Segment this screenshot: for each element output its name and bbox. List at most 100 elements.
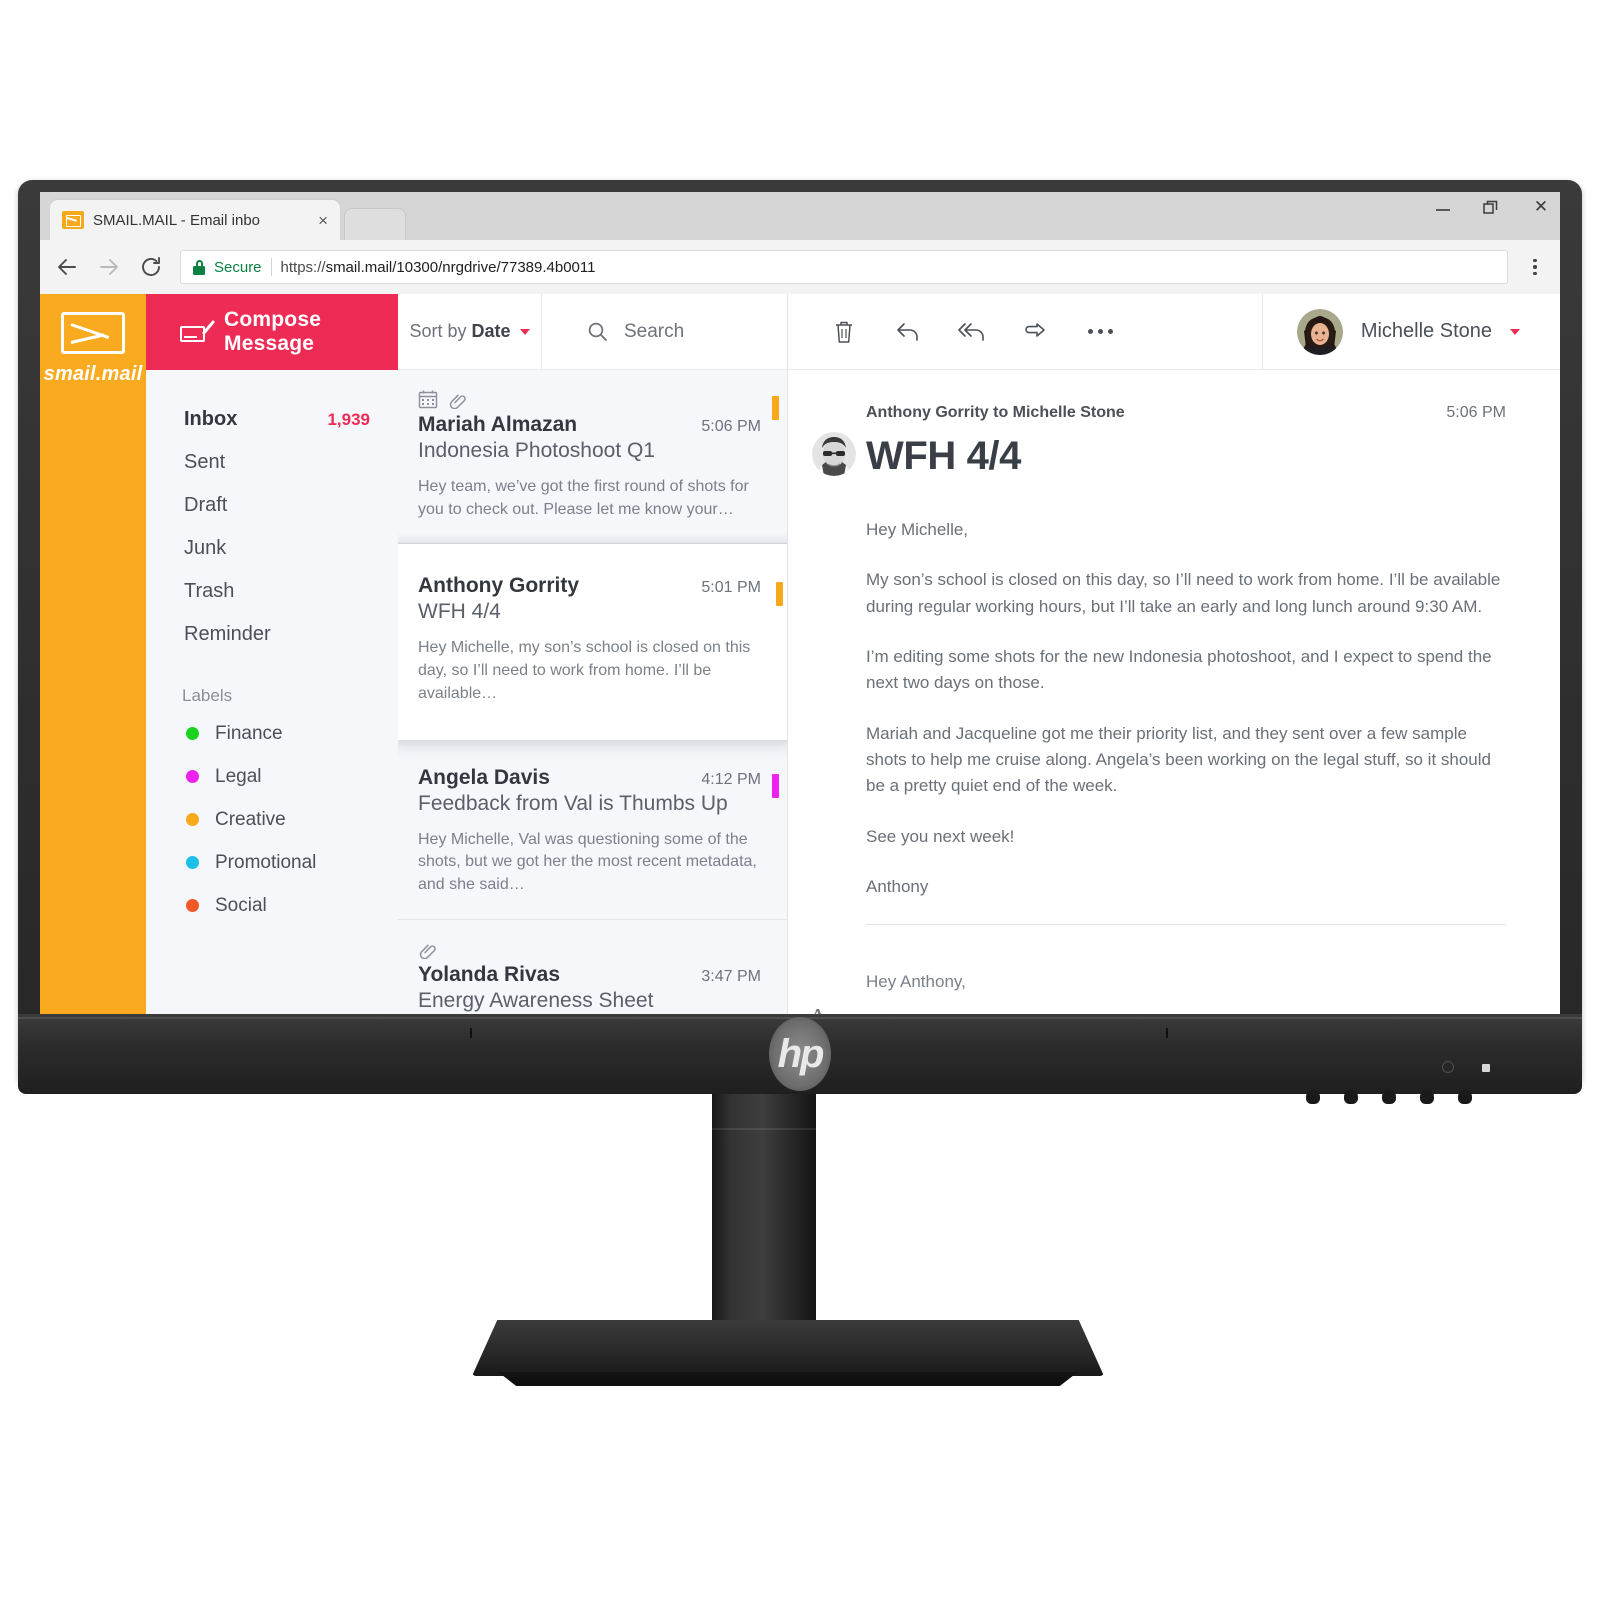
message-toolbar: Michelle Stone [788, 294, 1560, 370]
message-header: Anthony Gorrity to Michelle Stone 5:06 P… [866, 404, 1506, 422]
message-flags [418, 388, 761, 410]
folder-label: Reminder [184, 623, 271, 645]
message-list-panel: Sort by Date Search Mariah Almazan 5:06 … [398, 294, 788, 1014]
message-time: 5:06 PM [701, 418, 761, 435]
mail-app: smail.mail Compose Message Inbox 1,939 S… [40, 294, 1560, 1014]
message-subject: Indonesia Photoshoot Q1 [418, 439, 656, 462]
folder-label: Draft [184, 494, 228, 516]
url-text: https://smail.mail/10300/nrgdrive/77389.… [281, 259, 596, 276]
monitor-scene: SMAIL.MAIL - Email inbo × ✕ Secure https… [0, 0, 1600, 1600]
reply-all-icon[interactable] [940, 318, 1004, 346]
more-icon[interactable] [1068, 329, 1132, 334]
sidebar-item-reminder[interactable]: Reminder [146, 613, 398, 656]
sidebar-item-junk[interactable]: Junk [146, 527, 398, 570]
search-icon [586, 320, 610, 344]
search-input[interactable]: Search [542, 320, 787, 344]
address-bar[interactable]: Secure https://smail.mail/10300/nrgdrive… [180, 250, 1508, 284]
message-flags [418, 938, 761, 960]
font-icon[interactable]: A [808, 1005, 828, 1014]
reply-composer[interactable]: A Hey Anthony, Family first! Make sure y… [808, 969, 1506, 1014]
sidebar-label-finance[interactable]: Finance [146, 712, 398, 755]
compose-message-button[interactable]: Compose Message [146, 294, 398, 370]
sidebar: Compose Message Inbox 1,939 Sent Draft J… [146, 294, 398, 1014]
message-paragraph: Mariah and Jacqueline got me their prior… [866, 723, 1491, 796]
message-preview: Hey team, we’ve got the first round of s… [418, 478, 749, 518]
label-color-dot [186, 856, 199, 869]
browser-tab[interactable]: SMAIL.MAIL - Email inbo × [50, 200, 340, 240]
secure-label: Secure [214, 258, 262, 276]
sender-name: Yolanda Rivas [418, 962, 560, 986]
new-tab-button[interactable] [344, 208, 406, 240]
forward-icon[interactable] [1004, 318, 1068, 346]
label-list: Finance Legal Creative Promotional Socia… [146, 712, 398, 927]
message-list[interactable]: Mariah Almazan 5:06 PM Indonesia Photosh… [398, 370, 787, 1014]
close-icon[interactable]: × [318, 212, 328, 229]
reading-pane: Michelle Stone Anthony Gorrity to Michel… [788, 294, 1560, 1014]
divider [866, 924, 1506, 926]
compose-label: Compose Message [224, 308, 322, 355]
sidebar-label-promotional[interactable]: Promotional [146, 841, 398, 884]
list-toolbar: Sort by Date Search [398, 294, 787, 370]
label-color-dot [186, 813, 199, 826]
folder-label: Sent [184, 451, 226, 473]
label-text: Legal [215, 765, 262, 787]
user-name: Michelle Stone [1360, 320, 1492, 342]
close-window-icon[interactable]: ✕ [1530, 198, 1552, 215]
reload-icon[interactable] [138, 254, 164, 280]
label-color-dot [186, 899, 199, 912]
list-item[interactable]: Angela Davis 4:12 PM Feedback from Val i… [398, 739, 787, 920]
sort-label: Sort by Date [409, 321, 511, 341]
browser-menu-icon[interactable] [1524, 258, 1546, 276]
osd-buttons[interactable] [1306, 1090, 1472, 1104]
list-item[interactable]: Yolanda Rivas 3:47 PM Energy Awareness S… [398, 919, 787, 1014]
attachment-icon [448, 389, 468, 409]
seam [712, 1128, 816, 1130]
message-paragraph: My son’s school is closed on this day, s… [866, 570, 1501, 616]
sort-value: Date [471, 321, 511, 341]
message-time: 4:12 PM [701, 770, 761, 788]
list-item-selected[interactable]: Anthony Gorrity 5:01 PM WFH 4/4 Hey Mich… [398, 544, 787, 740]
reply-icon[interactable] [876, 318, 940, 346]
message-time: 3:47 PM [701, 967, 761, 985]
restore-icon[interactable] [1482, 199, 1504, 215]
sidebar-item-trash[interactable]: Trash [146, 570, 398, 613]
label-stripe [776, 582, 783, 607]
chevron-down-icon [519, 328, 530, 335]
sidebar-item-inbox[interactable]: Inbox 1,939 [146, 398, 398, 441]
reply-format-tools: A [808, 1005, 828, 1014]
reply-paragraph: Hey Anthony, [866, 972, 966, 992]
sidebar-item-draft[interactable]: Draft [146, 484, 398, 527]
forward-icon[interactable] [96, 254, 122, 280]
sidebar-label-legal[interactable]: Legal [146, 755, 398, 798]
message-preview: Hey Michelle, my son’s school is closed … [418, 639, 751, 702]
folder-list: Inbox 1,939 Sent Draft Junk Trash Remind… [146, 370, 398, 656]
tab-title: SMAIL.MAIL - Email inbo [93, 211, 260, 229]
message-subject-heading: WFH 4/4 [866, 434, 1021, 478]
monitor-chin: hp [18, 1014, 1582, 1104]
compose-icon [180, 320, 216, 344]
label-color-dot [186, 727, 199, 740]
message-subject: Energy Awareness Sheet [418, 988, 654, 1012]
list-item[interactable]: Mariah Almazan 5:06 PM Indonesia Photosh… [398, 370, 787, 545]
browser-omnibar: Secure https://smail.mail/10300/nrgdrive… [40, 240, 1560, 294]
sidebar-label-social[interactable]: Social [146, 884, 398, 927]
labels-heading: Labels [182, 686, 233, 705]
message-paragraph: See you next week! [866, 826, 1015, 846]
url-host-path: smail.mail/10300/nrgdrive/77389.4b0011 [325, 258, 596, 276]
message-paragraph: Hey Michelle, [866, 520, 969, 539]
message-subject: WFH 4/4 [418, 600, 501, 624]
message-time: 5:01 PM [701, 579, 761, 597]
sender-name: Angela Davis [418, 765, 550, 789]
sidebar-item-sent[interactable]: Sent [146, 441, 398, 484]
back-icon[interactable] [54, 254, 80, 280]
trash-icon[interactable] [812, 318, 876, 346]
sidebar-label-creative[interactable]: Creative [146, 798, 398, 841]
minimize-icon[interactable] [1434, 200, 1456, 214]
folder-label: Inbox [184, 408, 238, 430]
sort-by-dropdown[interactable]: Sort by Date [398, 294, 542, 369]
url-scheme: https:// [280, 258, 326, 276]
chevron-down-icon [1510, 328, 1520, 335]
message-text: Hey Michelle, My son’s school is closed … [866, 517, 1506, 900]
user-menu[interactable]: Michelle Stone [1261, 294, 1560, 369]
brand-name: smail.mail [43, 363, 143, 385]
